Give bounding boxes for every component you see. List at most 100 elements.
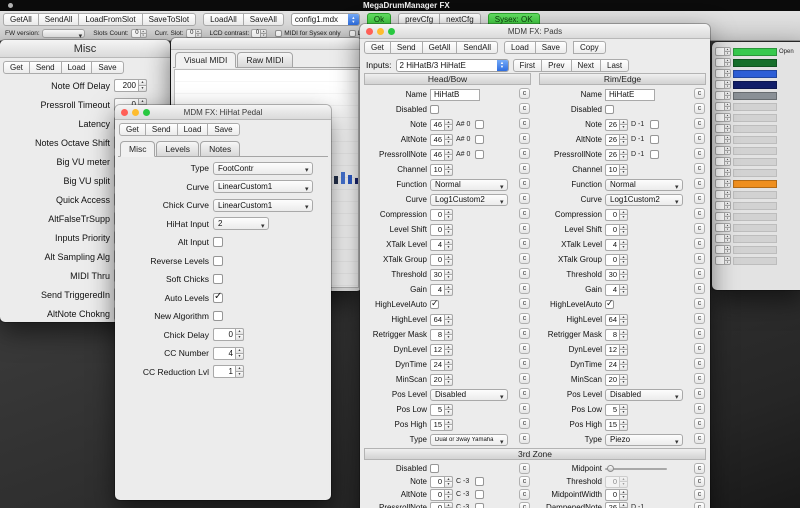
button-loadall[interactable]: LoadAll	[203, 13, 244, 26]
checkbox[interactable]	[605, 105, 614, 114]
spinner-value[interactable]: 0	[430, 502, 444, 508]
spinner-down-icon[interactable]	[619, 154, 628, 161]
button-saveall[interactable]: SaveAll	[243, 13, 284, 26]
spinner-down-icon[interactable]	[444, 364, 453, 371]
checkbox[interactable]	[475, 477, 484, 486]
clear-button[interactable]: c	[519, 148, 530, 159]
spinner-value[interactable]	[715, 113, 724, 122]
button-send[interactable]: Send	[145, 123, 178, 136]
button-get[interactable]: Get	[364, 41, 391, 54]
spinner-down-icon[interactable]	[619, 319, 628, 326]
spinner-down-icon[interactable]	[444, 334, 453, 341]
spinner-value[interactable]: 0	[605, 489, 619, 501]
checkbox[interactable]	[605, 300, 614, 309]
dropdown-linearcustom1[interactable]: LinearCustom1	[213, 180, 313, 193]
spinner-value[interactable]	[715, 245, 724, 254]
spinner-value[interactable]: 8	[605, 329, 619, 341]
spinner-down-icon[interactable]	[619, 289, 628, 296]
tab-levels[interactable]: Levels	[156, 141, 199, 157]
spinner-down-icon[interactable]	[619, 244, 628, 251]
button-next[interactable]: Next	[571, 59, 601, 72]
checkbox[interactable]	[275, 30, 282, 37]
clear-button[interactable]: c	[519, 463, 530, 474]
checkbox[interactable]	[650, 120, 659, 129]
clear-button[interactable]: c	[694, 403, 705, 414]
spinner-value[interactable]: 4	[605, 284, 619, 296]
clear-button[interactable]: c	[694, 328, 705, 339]
spinner-down-icon[interactable]	[235, 371, 244, 378]
spinner-value[interactable]: 15	[605, 419, 619, 431]
checkbox[interactable]	[475, 120, 484, 129]
spinner-down-icon[interactable]	[444, 289, 453, 296]
spinner-down-icon[interactable]	[619, 124, 628, 131]
checkbox[interactable]	[475, 150, 484, 159]
apple-menu-icon[interactable]	[8, 3, 13, 8]
clear-button[interactable]: c	[519, 253, 530, 264]
spinner-value[interactable]	[715, 80, 724, 89]
spinner-down-icon[interactable]	[724, 194, 731, 199]
spinner-down-icon[interactable]	[724, 106, 731, 111]
dropdown-normal[interactable]: Normal	[430, 179, 508, 191]
clear-button[interactable]: c	[519, 88, 530, 99]
spinner-down-icon[interactable]	[619, 349, 628, 356]
spinner-down-icon[interactable]	[724, 172, 731, 177]
spinner-value[interactable]: 20	[430, 374, 444, 386]
clear-button[interactable]: c	[519, 373, 530, 384]
clear-button[interactable]: c	[694, 103, 705, 114]
clear-button[interactable]: c	[519, 103, 530, 114]
checkbox[interactable]	[650, 150, 659, 159]
spinner-value[interactable]	[715, 179, 724, 188]
dropdown-2[interactable]: 2	[213, 217, 269, 230]
checkbox[interactable]	[475, 135, 484, 144]
spinner-down-icon[interactable]	[444, 124, 453, 131]
button-first[interactable]: First	[513, 59, 543, 72]
spinner-value[interactable]: 4	[430, 239, 444, 251]
spinner-down-icon[interactable]	[619, 169, 628, 176]
spinner-value[interactable]	[715, 223, 724, 232]
dropdown-disabled[interactable]: Disabled	[430, 389, 508, 401]
spinner-value[interactable]: 15	[430, 419, 444, 431]
clear-button[interactable]: c	[519, 238, 530, 249]
clear-button[interactable]: c	[694, 268, 705, 279]
button-save[interactable]: Save	[535, 41, 567, 54]
midi-window-titlebar[interactable]	[171, 38, 362, 50]
spinner-down-icon[interactable]	[444, 229, 453, 236]
minimize-icon[interactable]	[132, 109, 139, 116]
spinner-value[interactable]: 0	[430, 476, 444, 488]
clear-button[interactable]: c	[694, 502, 705, 508]
dropdown-disabled[interactable]: Disabled	[605, 389, 683, 401]
minimize-icon[interactable]	[377, 28, 384, 35]
checkbox[interactable]	[213, 256, 223, 266]
checkbox[interactable]	[213, 293, 223, 303]
clear-button[interactable]: c	[694, 358, 705, 369]
spinner-down-icon[interactable]	[619, 494, 628, 501]
spinner-down-icon[interactable]	[619, 364, 628, 371]
spinner-down-icon[interactable]	[619, 379, 628, 386]
clear-button[interactable]: c	[519, 208, 530, 219]
spinner-value[interactable]	[715, 91, 724, 100]
spinner-value[interactable]: 12	[605, 344, 619, 356]
tab-misc[interactable]: Misc	[120, 141, 155, 157]
spinner-value[interactable]	[715, 212, 724, 221]
spinner-down-icon[interactable]	[724, 117, 731, 122]
button-copy[interactable]: Copy	[573, 41, 606, 54]
button-getall[interactable]: GetAll	[422, 41, 458, 54]
spinner-value[interactable]: 0	[251, 29, 260, 38]
clear-button[interactable]: c	[694, 463, 705, 474]
spinner-down-icon[interactable]	[724, 73, 731, 78]
tab-notes[interactable]: Notes	[200, 141, 240, 157]
clear-button[interactable]: c	[694, 118, 705, 129]
checkbox[interactable]	[475, 490, 484, 499]
spinner-value[interactable]: 0	[605, 476, 619, 488]
clear-button[interactable]: c	[519, 343, 530, 354]
spinner-value[interactable]: 0	[605, 224, 619, 236]
spinner-value[interactable]: 0	[430, 224, 444, 236]
clear-button[interactable]: c	[519, 418, 530, 429]
spinner-down-icon[interactable]	[724, 95, 731, 100]
spinner-value[interactable]: 64	[430, 314, 444, 326]
clear-button[interactable]: c	[694, 253, 705, 264]
misc-window-titlebar[interactable]: Misc	[0, 40, 170, 58]
spinner-down-icon[interactable]	[444, 409, 453, 416]
checkbox[interactable]	[475, 503, 484, 508]
spinner-value[interactable]: 30	[430, 269, 444, 281]
